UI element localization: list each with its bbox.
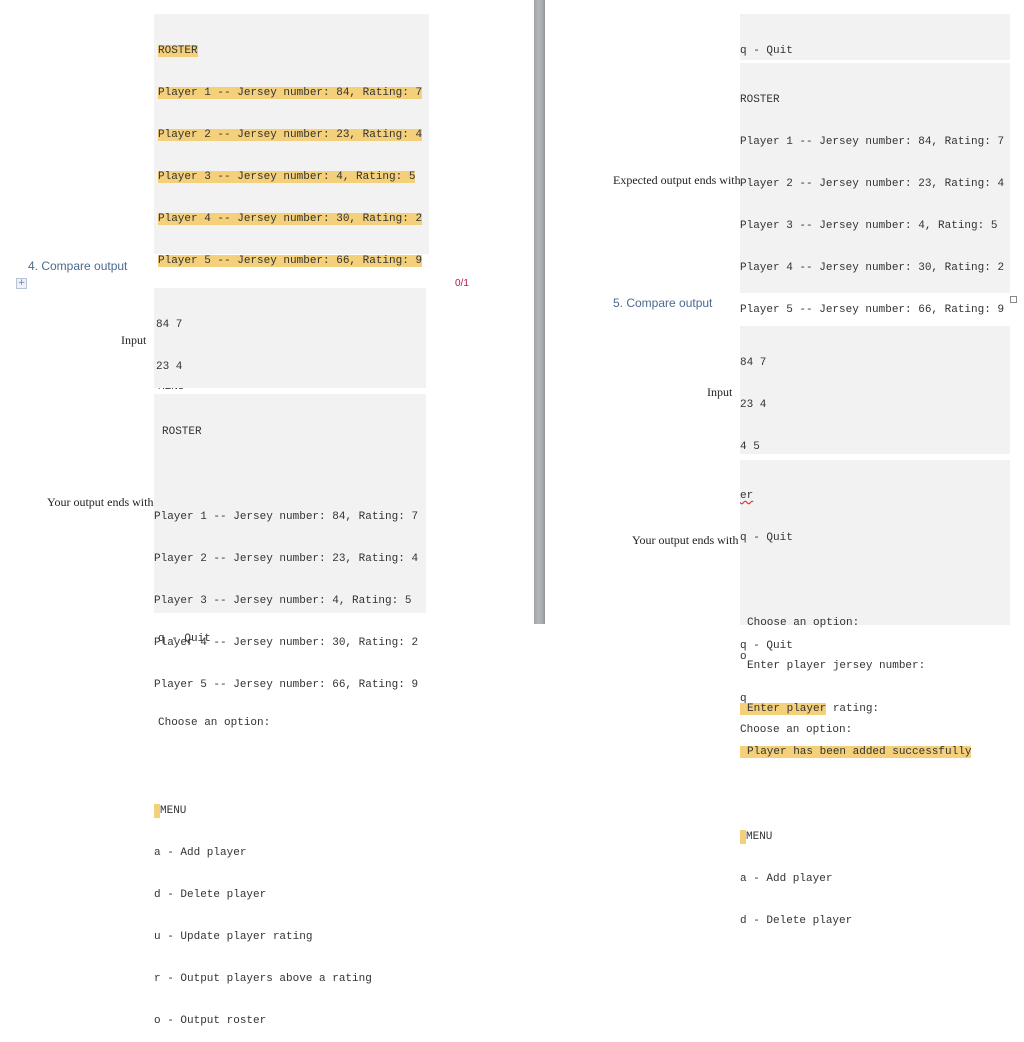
player-line: Player 2 -- Jersey number: 23, Rating: 4 xyxy=(740,178,1005,190)
roster-title: ROSTER xyxy=(158,45,198,57)
left-top-output-block: ROSTER Player 1 -- Jersey number: 84, Ra… xyxy=(154,14,429,729)
menu-item: a - Add player xyxy=(154,847,247,859)
menu-item: d - Delete player xyxy=(154,889,267,901)
test4-your-output-block: ROSTER Player 1 -- Jersey number: 84, Ra… xyxy=(154,394,426,1027)
test5-title: 5. Compare output xyxy=(613,296,713,310)
input-line: 23 4 xyxy=(740,399,767,411)
menu-title: MENU xyxy=(746,831,773,843)
player-line: Player 5 -- Jersey number: 66, Rating: 9 xyxy=(158,255,423,267)
output-fragment: er xyxy=(740,490,754,502)
player-line: Player 2 -- Jersey number: 23, Rating: 4 xyxy=(154,553,419,565)
prompt-line: Choose an option: xyxy=(740,724,853,736)
roster-title: ROSTER xyxy=(162,426,202,438)
player-line: Player 3 -- Jersey number: 4, Rating: 5 xyxy=(740,220,998,232)
expand-icon[interactable]: + xyxy=(16,278,27,289)
right-top-your-output-block: q - Quit Choose an option: xyxy=(740,14,1010,142)
pane-divider[interactable] xyxy=(534,0,545,624)
player-line: Player 1 -- Jersey number: 84, Rating: 7 xyxy=(158,87,423,99)
input-line: 84 7 xyxy=(740,357,767,369)
player-line: Player 4 -- Jersey number: 30, Rating: 2 xyxy=(158,213,423,225)
test4-your-output-label: Your output ends with xyxy=(47,495,154,509)
expected-output-label: Expected output ends with xyxy=(613,173,741,187)
test5-your-output-block: er q - Quit Choose an option: Enter play… xyxy=(740,460,1010,927)
menu-item: d - Delete player xyxy=(740,915,853,927)
player-line: Player 3 -- Jersey number: 4, Rating: 5 xyxy=(154,595,412,607)
enter-jersey-line: Enter player jersey number: xyxy=(747,660,926,672)
menu-item: q - Quit xyxy=(740,45,793,57)
player-line: Player 5 -- Jersey number: 66, Rating: 9 xyxy=(154,679,419,691)
player-line: Player 1 -- Jersey number: 84, Rating: 7 xyxy=(154,511,419,523)
test4-input-label: Input xyxy=(121,333,147,347)
menu-item: u - Update player rating xyxy=(154,931,313,943)
input-line: 84 7 xyxy=(156,319,183,331)
test5-input-block: 84 7 23 4 4 5 30 2 66 9 a 55 6 o q xyxy=(740,326,1010,705)
expected-output-block: ROSTER Player 1 -- Jersey number: 84, Ra… xyxy=(740,63,1010,736)
test5-your-output-label: Your output ends with xyxy=(632,533,739,547)
added-success-line: Player has been added successfully xyxy=(740,746,972,758)
player-line: Player 1 -- Jersey number: 84, Rating: 7 xyxy=(740,136,1005,148)
enter-rating-rest: rating: xyxy=(826,703,880,715)
player-line: Player 4 -- Jersey number: 30, Rating: 2 xyxy=(154,637,419,649)
roster-title: ROSTER xyxy=(740,94,780,106)
player-line: Player 2 -- Jersey number: 23, Rating: 4 xyxy=(158,129,423,141)
input-line: 23 4 xyxy=(156,361,183,373)
prompt-line: Choose an option: xyxy=(747,617,860,629)
test4-title: 4. Compare output xyxy=(28,259,128,273)
menu-item: r - Output players above a rating xyxy=(154,973,372,985)
test4-score: 0/1 xyxy=(455,278,469,289)
enter-rating-highlight: Enter player xyxy=(740,703,827,715)
player-line: Player 3 -- Jersey number: 4, Rating: 5 xyxy=(158,171,416,183)
menu-item: q - Quit xyxy=(740,532,793,544)
menu-item: a - Add player xyxy=(740,873,833,885)
test5-input-label: Input xyxy=(707,385,733,399)
player-line: Player 4 -- Jersey number: 30, Rating: 2 xyxy=(740,262,1005,274)
test4-input-block: 84 7 23 4 4 5 30 2 66 9 o q xyxy=(154,288,426,583)
menu-title: MENU xyxy=(160,805,187,817)
checkbox-icon[interactable] xyxy=(1010,296,1017,303)
menu-item: o - Output roster xyxy=(154,1015,267,1027)
player-line: Player 5 -- Jersey number: 66, Rating: 9 xyxy=(740,304,1005,316)
input-line: 4 5 xyxy=(740,441,760,453)
